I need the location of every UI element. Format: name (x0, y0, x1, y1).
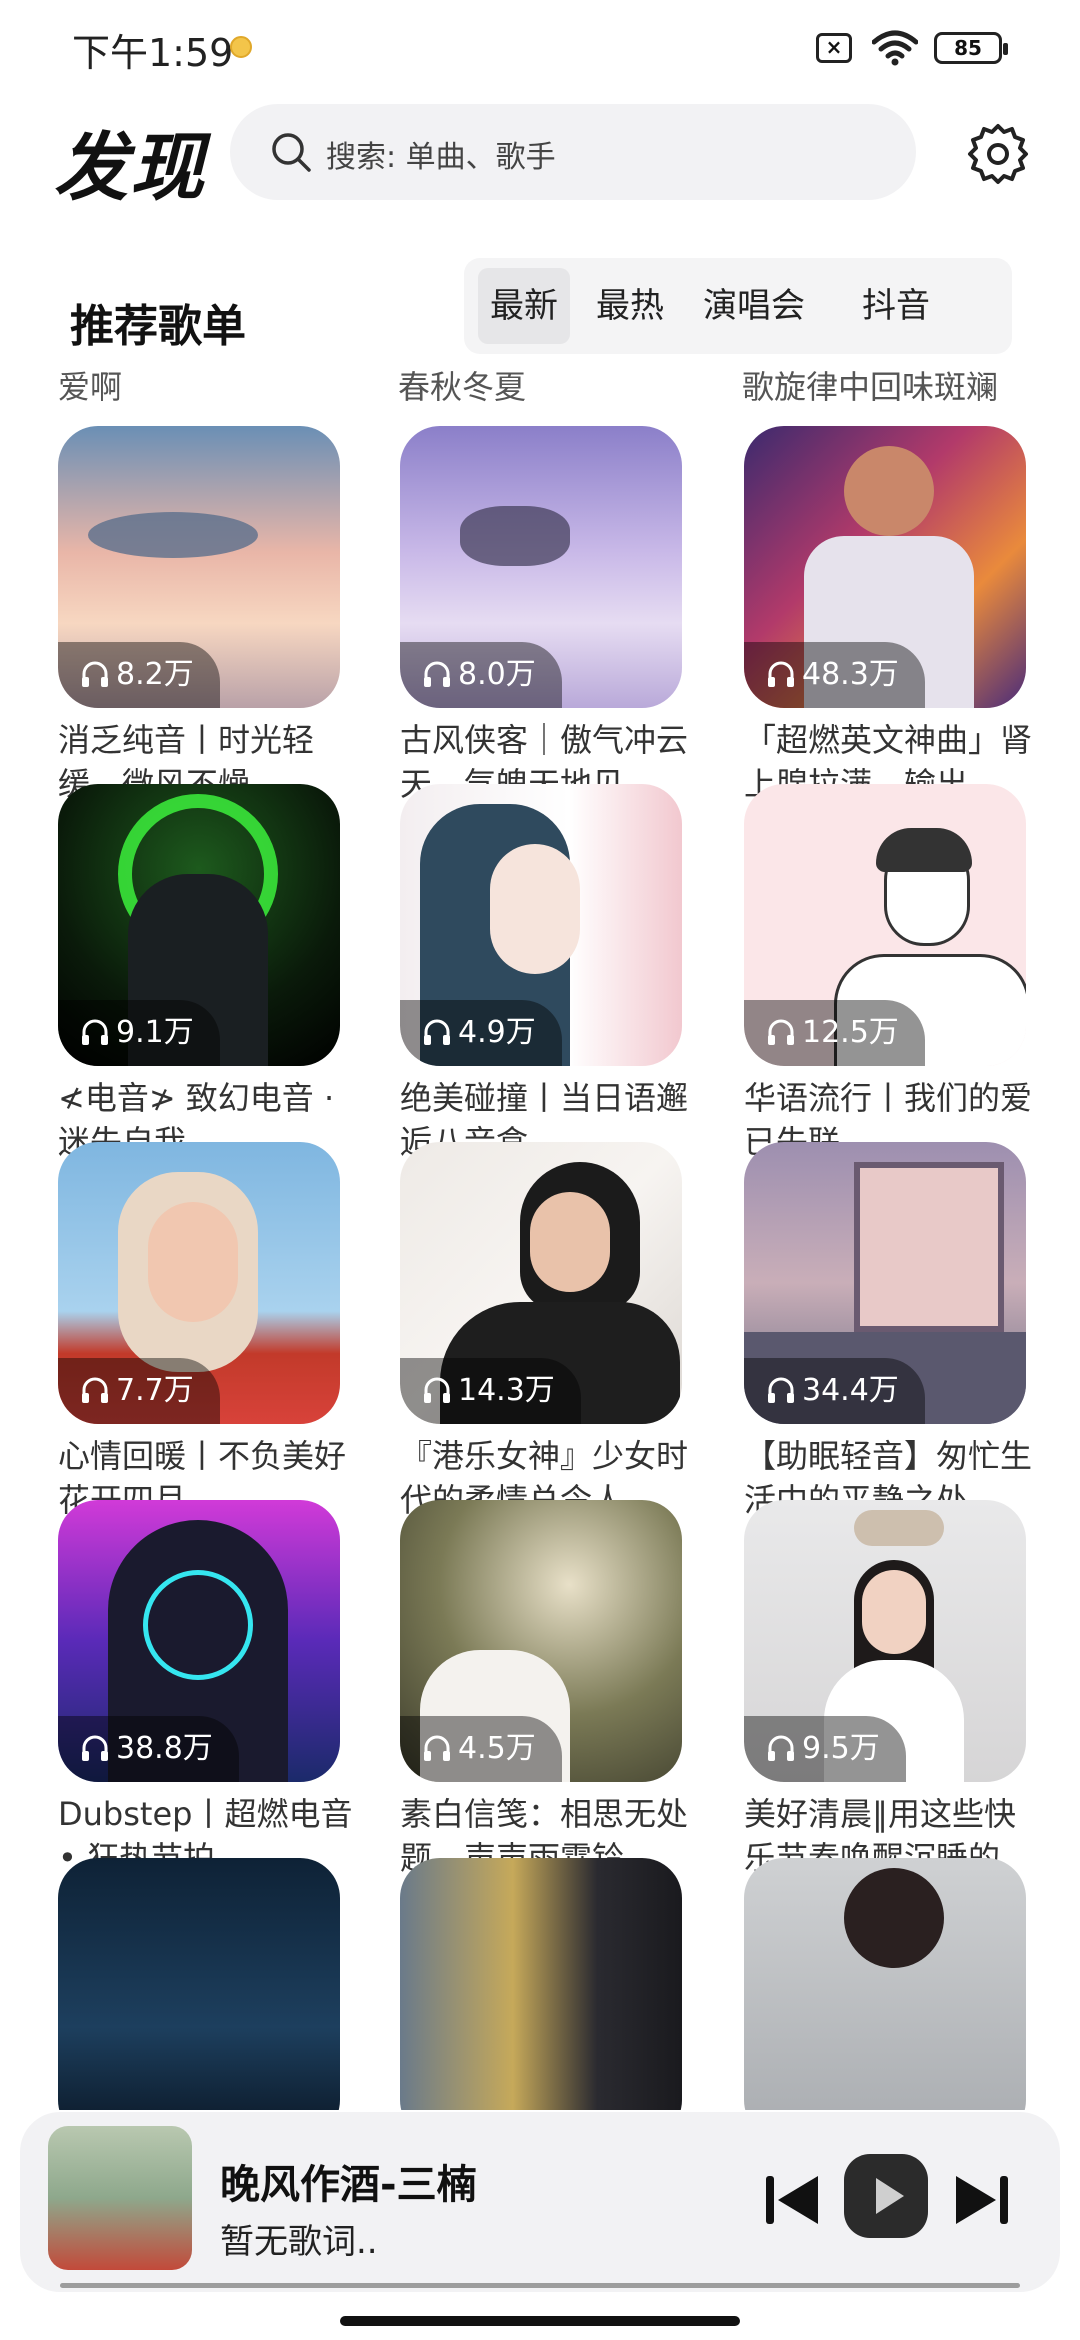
play-count: 8.0万 (458, 657, 536, 692)
previous-track-button[interactable] (760, 2168, 824, 2232)
headphone-icon (424, 1019, 450, 1045)
headphone-icon (768, 1377, 794, 1403)
headphone-icon (82, 1019, 108, 1045)
playlist-cover (744, 1858, 1026, 2110)
settings-gear-icon[interactable] (966, 122, 1030, 186)
playlist-cover: 9.5万 (744, 1500, 1026, 1782)
playlist-cover: 12.5万 (744, 784, 1026, 1066)
playlist-cover: 9.1万 (58, 784, 340, 1066)
headphone-icon (768, 661, 794, 687)
headphone-icon (82, 661, 108, 687)
headphone-icon (424, 661, 450, 687)
playlist-cover: 14.3万 (400, 1142, 682, 1424)
playlist-cover (58, 1858, 340, 2110)
play-count: 8.2万 (116, 657, 194, 692)
play-count: 34.4万 (802, 1373, 899, 1408)
no-sim-icon: × (816, 33, 852, 63)
search-icon (272, 133, 311, 172)
headphone-icon (768, 1019, 794, 1045)
headphone-icon (424, 1377, 450, 1403)
next-track-button[interactable] (950, 2168, 1014, 2232)
search-placeholder: 搜索: 单曲、歌手 (326, 140, 556, 175)
play-count: 4.9万 (458, 1015, 536, 1050)
playlist-cover: 7.7万 (58, 1142, 340, 1424)
play-count: 12.5万 (802, 1015, 899, 1050)
play-count-badge: 8.0万 (400, 642, 562, 708)
search-input[interactable]: 搜索: 单曲、歌手 (230, 104, 916, 200)
mini-player[interactable]: 晚风作酒-三楠 暂无歌词.. (20, 2112, 1060, 2292)
play-count-badge: 12.5万 (744, 1000, 925, 1066)
headphone-icon (424, 1735, 450, 1761)
play-count: 14.3万 (458, 1373, 555, 1408)
play-count-badge: 4.5万 (400, 1716, 562, 1782)
play-count-badge: 9.5万 (744, 1716, 906, 1782)
tab-latest[interactable]: 最新 (478, 268, 570, 344)
playlist-cover: 4.5万 (400, 1500, 682, 1782)
play-count: 9.1万 (116, 1015, 194, 1050)
play-count: 4.5万 (458, 1731, 536, 1766)
song-title: 晚风作酒-三楠 (220, 2162, 477, 2208)
playlist-grid: 8.2万 消乏纯音丨时光轻缓，微风不燥 8.0万 古风侠客｜傲气冲云天，气魄天地… (0, 360, 1080, 2110)
headphone-icon (82, 1377, 108, 1403)
play-count: 38.8万 (116, 1731, 213, 1766)
status-bar: 下午1:59 × 85 (0, 0, 1080, 96)
home-indicator[interactable] (340, 2316, 740, 2326)
headphone-icon (82, 1735, 108, 1761)
play-icon (876, 2178, 904, 2214)
play-count-badge: 8.2万 (58, 642, 220, 708)
play-count-badge: 14.3万 (400, 1358, 581, 1424)
playlist-cover: 8.2万 (58, 426, 340, 708)
play-count-badge: 48.3万 (744, 642, 925, 708)
playback-progress-bar[interactable] (60, 2283, 1020, 2288)
play-count-badge: 7.7万 (58, 1358, 220, 1424)
playlist-cover: 48.3万 (744, 426, 1026, 708)
tab-douyin[interactable]: 抖音 (842, 268, 950, 344)
status-time: 下午1:59 (72, 31, 234, 75)
playlist-cover: 38.8万 (58, 1500, 340, 1782)
wifi-icon (872, 30, 918, 66)
lyric-text: 暂无歌词.. (220, 2222, 378, 2262)
playlist-cover (400, 1858, 682, 2110)
category-tabs: 最新 最热 演唱会 抖音 (464, 258, 1012, 354)
playlist-cover: 34.4万 (744, 1142, 1026, 1424)
playlist-cover: 4.9万 (400, 784, 682, 1066)
tab-hottest[interactable]: 最热 (580, 268, 680, 344)
tab-concert[interactable]: 演唱会 (694, 268, 814, 344)
play-count: 9.5万 (802, 1731, 880, 1766)
play-count: 7.7万 (116, 1373, 194, 1408)
play-count-badge: 34.4万 (744, 1358, 925, 1424)
section-title: 推荐歌单 (70, 301, 246, 352)
play-count-badge: 38.8万 (58, 1716, 239, 1782)
alarm-clock-icon (230, 36, 252, 58)
play-button[interactable] (844, 2154, 928, 2238)
playlist-cover: 8.0万 (400, 426, 682, 708)
page-title: 发现 (54, 125, 206, 211)
play-count-badge: 4.9万 (400, 1000, 562, 1066)
play-count: 48.3万 (802, 657, 899, 692)
headphone-icon (768, 1735, 794, 1761)
album-art (48, 2126, 192, 2270)
play-count-badge: 9.1万 (58, 1000, 220, 1066)
battery-indicator: 85 (934, 32, 1008, 64)
